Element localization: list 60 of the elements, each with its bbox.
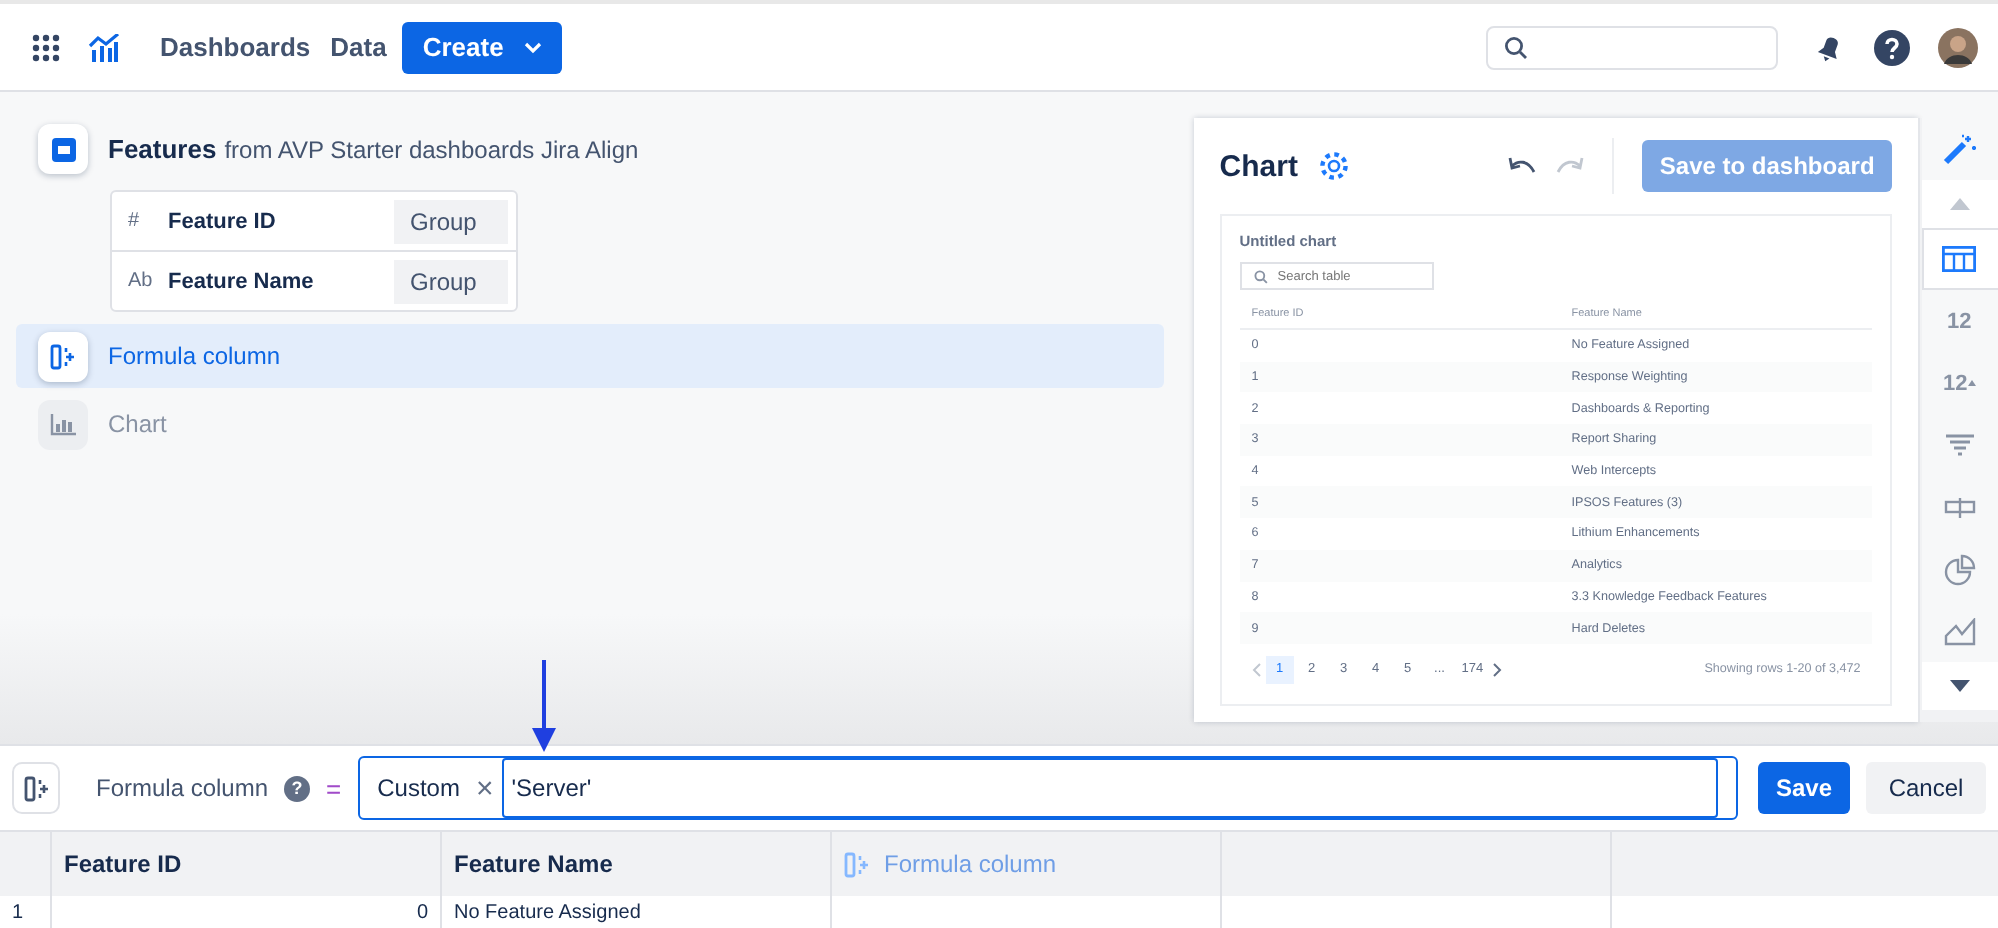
cancel-button[interactable]: Cancel [1866, 762, 1986, 814]
help-icon[interactable]: ? [284, 775, 311, 801]
row-number: 1 [0, 896, 52, 928]
source-subtitle: from AVP Starter dashboards Jira Align [224, 135, 639, 163]
save-button[interactable]: Save [1758, 762, 1850, 814]
pie-chart-icon [1943, 553, 1976, 585]
funnel-icon [1945, 433, 1974, 457]
number-chart-type[interactable]: 12 [1921, 290, 1998, 352]
number-chart-type[interactable]: 12 [1921, 352, 1998, 414]
nav-link[interactable]: Dashboards [160, 32, 311, 62]
number-label: 12 [1943, 371, 1968, 395]
group-button[interactable]: Group [394, 199, 508, 243]
clear-button[interactable]: × [467, 771, 502, 805]
field-name: Feature ID [168, 209, 278, 233]
bar-chart-icon [38, 399, 88, 449]
app-grid-icon[interactable] [32, 33, 60, 61]
formula-column-icon [12, 762, 60, 814]
bar-split-icon [1943, 497, 1976, 517]
field-type-label: # [128, 210, 142, 232]
wand-chart-type[interactable] [1921, 118, 1998, 180]
formula-label: Formula column [96, 774, 269, 802]
search-icon [1504, 35, 1528, 59]
next-page-icon[interactable] [1491, 661, 1502, 678]
table-cell: 0 [52, 896, 442, 928]
up-triangle-icon [1967, 380, 1976, 386]
chart-logo-icon[interactable] [88, 33, 120, 61]
area-chart-icon [1943, 617, 1976, 645]
group-button[interactable]: Group [394, 259, 508, 303]
source-title: Features [108, 134, 217, 164]
pipeline-step[interactable]: Formula column [16, 324, 1164, 388]
scroll-down-button[interactable] [1921, 662, 1998, 710]
up-triangle-icon [1949, 198, 1970, 210]
field-name: Feature Name [168, 269, 316, 293]
down-triangle-icon [1949, 680, 1970, 692]
avatar-icon[interactable] [1938, 27, 1978, 67]
nav-link[interactable]: Data [330, 32, 387, 62]
undo-icon[interactable] [1507, 156, 1536, 176]
create-button[interactable]: Create [402, 21, 562, 73]
column-header: Feature Name [442, 832, 832, 896]
formula-input[interactable]: 'Server' [501, 758, 1718, 818]
column-header: Feature ID [52, 832, 442, 896]
mode-tag: Custom [361, 774, 468, 802]
help-icon[interactable] [1874, 29, 1910, 65]
formula-column-icon [844, 851, 870, 877]
formula-column-icon [38, 331, 88, 381]
settings-icon[interactable] [1317, 150, 1350, 182]
panel-title: Chart [1219, 149, 1298, 183]
formula-editor[interactable]: Custom × 'Server' [357, 756, 1738, 820]
caret-icon [523, 41, 542, 53]
table-chart-type[interactable] [1921, 228, 1998, 290]
table-node-icon [38, 124, 88, 174]
equals-sign: = [326, 773, 342, 803]
magic-wand-icon [1941, 133, 1978, 165]
annotation-arrow [532, 660, 556, 752]
number-label: 12 [1947, 309, 1972, 333]
search-field[interactable] [1486, 25, 1778, 69]
column-header: Formula column [832, 832, 1222, 896]
table-cell: No Feature Assigned [442, 896, 832, 928]
table-icon [1942, 246, 1977, 272]
field-type-label: Ab [128, 270, 155, 292]
